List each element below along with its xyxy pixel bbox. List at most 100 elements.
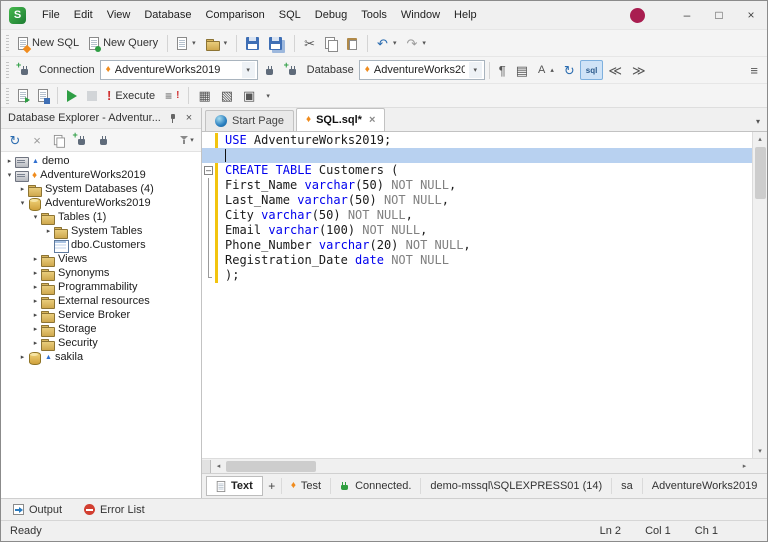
- tree-item-sakila[interactable]: ▸ ▲ sakila: [1, 350, 201, 365]
- database-dropdown-icon[interactable]: ▾: [468, 62, 482, 78]
- menu-database[interactable]: Database: [137, 1, 198, 29]
- server-cell[interactable]: demo-mssql\SQLEXPRESS01 (14): [420, 478, 611, 494]
- expand-arrow[interactable]: ▾: [4, 171, 15, 179]
- expand-arrow[interactable]: ▸: [30, 325, 41, 333]
- new-sql-button[interactable]: New SQL: [13, 32, 84, 54]
- duplicate-button[interactable]: [49, 131, 69, 150]
- new-document-dropdown-button[interactable]: ▾: [172, 32, 201, 54]
- scroll-right-icon[interactable]: ▸: [737, 459, 752, 473]
- tree-item-storage[interactable]: ▸ Storage: [1, 322, 201, 337]
- editor-line-5[interactable]: Last_Name varchar (50) NOT NULL,: [202, 193, 752, 208]
- menu-debug[interactable]: Debug: [308, 1, 354, 29]
- tab-sql-document[interactable]: ♦ SQL.sql* ×: [295, 108, 386, 131]
- database-cell[interactable]: AdventureWorks2019: [641, 478, 767, 494]
- toolbar-grip[interactable]: [6, 87, 9, 104]
- toolbar-grip[interactable]: [6, 62, 9, 78]
- increase-indent-button[interactable]: ≫: [627, 59, 651, 81]
- format-document-button[interactable]: ¶: [494, 59, 511, 81]
- expand-arrow[interactable]: ▾: [17, 199, 28, 207]
- results-grid-button[interactable]: ▦: [193, 85, 215, 107]
- vertical-scrollbar[interactable]: ▴ ▾: [752, 132, 767, 458]
- editor-line-8[interactable]: Phone_Number varchar (20) NOT NULL,: [202, 238, 752, 253]
- connection-combobox[interactable]: ♦ AdventureWorks2019 ▾: [99, 60, 258, 80]
- menu-view[interactable]: View: [100, 1, 138, 29]
- decrease-indent-button[interactable]: ≪: [603, 59, 627, 81]
- menu-edit[interactable]: Edit: [67, 1, 100, 29]
- database-combobox[interactable]: ♦ AdventureWorks20... ▾: [358, 60, 485, 80]
- close-button[interactable]: ×: [735, 1, 767, 29]
- cut-button[interactable]: ✂: [299, 32, 320, 54]
- query-plan-button[interactable]: ▧: [216, 85, 238, 107]
- filter-button[interactable]: ▾: [177, 131, 197, 150]
- close-tab-icon[interactable]: ×: [369, 114, 375, 126]
- expand-arrow[interactable]: ▸: [17, 185, 28, 193]
- splitter-handle[interactable]: [202, 459, 211, 473]
- editor-line-3[interactable]: – CREATE TABLE Customers (: [202, 163, 752, 178]
- maximize-button[interactable]: □: [703, 1, 735, 29]
- new-connection-button[interactable]: +: [71, 130, 91, 150]
- user-cell[interactable]: sa: [611, 478, 642, 494]
- menu-tools[interactable]: Tools: [354, 1, 394, 29]
- tree-item-demo[interactable]: ▸ ▲ demo: [1, 154, 201, 168]
- editor-line-4[interactable]: First_Name varchar (50) NOT NULL,: [202, 178, 752, 193]
- expand-arrow[interactable]: ▸: [43, 227, 54, 235]
- close-panel-button[interactable]: ×: [181, 110, 197, 126]
- tree-item-synonyms[interactable]: ▸ Synonyms: [1, 266, 201, 281]
- save-button[interactable]: [241, 32, 264, 54]
- menu-window[interactable]: Window: [394, 1, 447, 29]
- tree-item-programmability[interactable]: ▸ Programmability: [1, 280, 201, 295]
- execute-script-file-button[interactable]: [13, 85, 33, 107]
- editor-line-6[interactable]: City varchar (50) NOT NULL,: [202, 208, 752, 223]
- tree-item-adventureworks2019[interactable]: ▾ ♦ AdventureWorks2019: [1, 168, 201, 182]
- tab-start-page[interactable]: Start Page: [205, 110, 294, 131]
- tree-item-adventureworks2019[interactable]: ▾ AdventureWorks2019: [1, 196, 201, 211]
- scroll-left-icon[interactable]: ◂: [211, 459, 226, 473]
- tree-item-service-broker[interactable]: ▸ Service Broker: [1, 308, 201, 323]
- tab-list-dropdown[interactable]: ▾: [749, 111, 767, 131]
- tree-item-system-databases-4[interactable]: ▸ System Databases (4): [1, 182, 201, 197]
- delete-button[interactable]: ×: [27, 131, 47, 150]
- scrollbar-thumb[interactable]: [754, 147, 766, 199]
- notification-badge[interactable]: [630, 7, 645, 23]
- expand-arrow[interactable]: ▸: [30, 311, 41, 319]
- connection-settings-button[interactable]: [93, 131, 113, 150]
- menu-file[interactable]: File: [35, 1, 67, 29]
- pin-panel-button[interactable]: [165, 110, 181, 126]
- connection-dropdown-icon[interactable]: ▾: [241, 62, 255, 78]
- expand-arrow[interactable]: ▸: [30, 255, 41, 263]
- toolbar-grip[interactable]: [6, 35, 9, 51]
- fold-collapse-icon[interactable]: –: [204, 166, 213, 175]
- tree-item-system-tables[interactable]: ▸ System Tables: [1, 224, 201, 239]
- tree-item-tables-1[interactable]: ▾ Tables (1): [1, 210, 201, 225]
- code-editor[interactable]: USE AdventureWorks2019; – CREATE TABLE Cus…: [202, 132, 752, 458]
- menu-comparison[interactable]: Comparison: [198, 1, 271, 29]
- refresh-code-button[interactable]: ↻: [559, 59, 580, 81]
- undo-button[interactable]: ↶ ▾: [372, 32, 401, 54]
- expand-arrow[interactable]: ▸: [30, 297, 41, 305]
- document-properties-button[interactable]: [33, 85, 53, 107]
- add-view-button[interactable]: +: [263, 476, 281, 496]
- editor-line-10[interactable]: );: [202, 268, 752, 283]
- error-list-tab[interactable]: Error List: [84, 504, 145, 516]
- horizontal-scrollbar[interactable]: ◂ ▸: [202, 458, 767, 473]
- tree-item-external-resources[interactable]: ▸ External resources: [1, 294, 201, 309]
- refresh-explorer-button[interactable]: ↻: [5, 131, 25, 150]
- new-query-button[interactable]: New Query: [84, 32, 163, 54]
- text-view-tab[interactable]: Text: [206, 476, 263, 496]
- uppercase-keywords-button[interactable]: A ▴: [533, 59, 559, 81]
- editor-line-9[interactable]: Registration_Date date NOT NULL: [202, 253, 752, 268]
- new-connection-button[interactable]: +: [13, 59, 36, 81]
- outline-button[interactable]: ▤: [511, 59, 533, 81]
- tree-item-dbo-customers[interactable]: dbo.Customers: [1, 238, 201, 253]
- output-tab[interactable]: Output: [13, 504, 62, 516]
- scroll-up-icon[interactable]: ▴: [753, 132, 767, 146]
- results-options-dropdown[interactable]: ▾: [260, 85, 275, 107]
- scroll-down-icon[interactable]: ▾: [753, 444, 767, 458]
- sql-syntax-toggle[interactable]: sql: [579, 60, 604, 80]
- new-window-button[interactable]: ▣: [238, 85, 260, 107]
- stop-button[interactable]: [82, 85, 102, 107]
- paste-button[interactable]: [342, 32, 363, 54]
- menu-sql[interactable]: SQL: [272, 1, 308, 29]
- tree-item-security[interactable]: ▸ Security: [1, 336, 201, 351]
- menu-help[interactable]: Help: [447, 1, 484, 29]
